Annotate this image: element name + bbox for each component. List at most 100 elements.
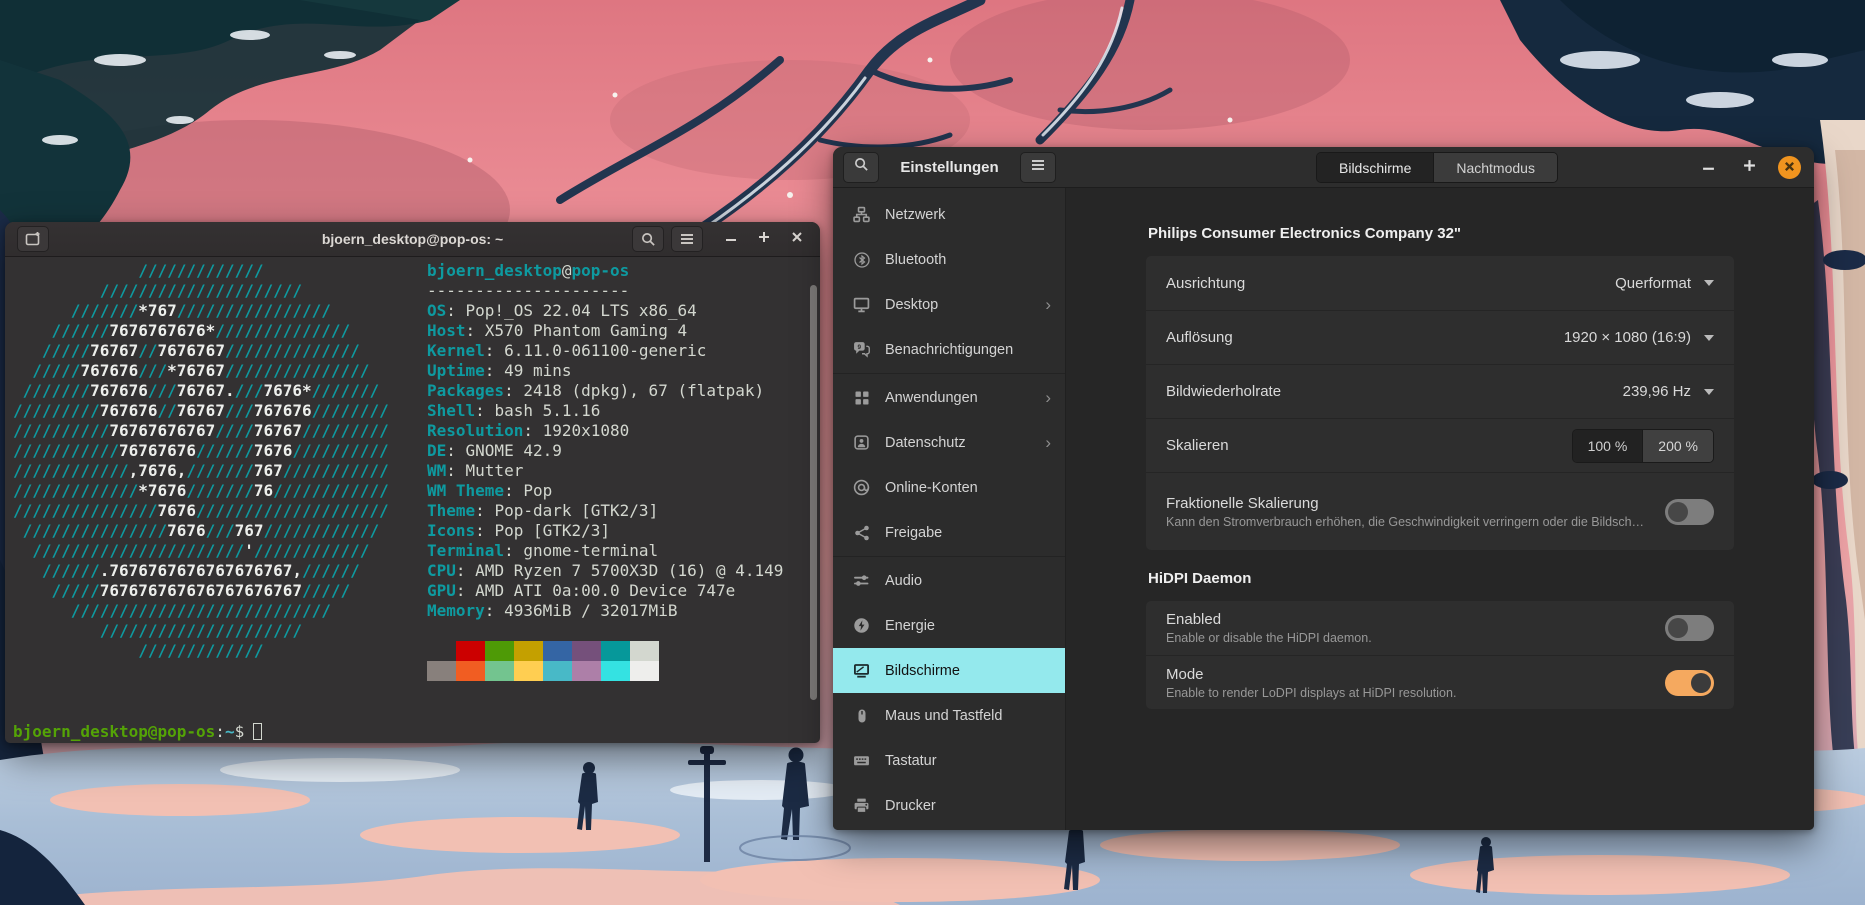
palette-swatch bbox=[630, 661, 659, 681]
hamburger-menu-icon bbox=[1031, 158, 1045, 176]
sidebar-item-bildschirme[interactable]: Bildschirme bbox=[833, 648, 1065, 693]
settings-search-button[interactable] bbox=[843, 151, 879, 183]
toggle-knob bbox=[1668, 618, 1688, 638]
settings-maximize-button[interactable] bbox=[1737, 156, 1761, 180]
terminal-menu-button[interactable] bbox=[671, 226, 703, 252]
privacy-icon bbox=[853, 434, 870, 451]
terminal-screen[interactable]: ///////////// ///////////////////// ////… bbox=[5, 257, 820, 742]
neofetch-field-host: Host: X570 Phantom Gaming 4 bbox=[427, 321, 688, 340]
maximize-plus-icon bbox=[758, 230, 770, 248]
new-tab-icon bbox=[25, 231, 41, 247]
row-description: Enable to render LoDPI displays at HiDPI… bbox=[1166, 685, 1457, 700]
terminal-search-button[interactable] bbox=[632, 226, 664, 252]
minimize-icon bbox=[1702, 159, 1715, 177]
sidebar-item-label: Datenschutz bbox=[885, 434, 966, 451]
sidebar-item-freigabe[interactable]: Freigabe bbox=[833, 510, 1065, 555]
sidebar-item-anwendungen[interactable]: Anwendungen › bbox=[833, 375, 1065, 420]
ausrichtung-dropdown[interactable]: Querformat bbox=[1615, 275, 1714, 292]
sidebar-item-online-konten[interactable]: Online-Konten bbox=[833, 465, 1065, 510]
chevron-right-icon: › bbox=[1045, 388, 1051, 407]
applications-icon bbox=[853, 389, 870, 406]
palette-swatch bbox=[514, 661, 543, 681]
row-label: Fraktionelle Skalierung bbox=[1166, 494, 1319, 512]
palette-swatch bbox=[572, 641, 601, 661]
new-tab-button[interactable] bbox=[17, 226, 49, 252]
sidebar-item-benachrichtigungen[interactable]: 9 Benachrichtigungen bbox=[833, 327, 1065, 372]
settings-header-left: Einstellungen bbox=[833, 147, 1066, 187]
hidpi-section-heading: HiDPI Daemon bbox=[1148, 570, 1252, 587]
sidebar-item-label: Bildschirme bbox=[885, 662, 960, 679]
sidebar-separator bbox=[833, 556, 1065, 557]
toggle-knob bbox=[1691, 672, 1711, 693]
sidebar-item-desktop[interactable]: Desktop › bbox=[833, 282, 1065, 327]
settings-row-ausrichtung: Ausrichtung Querformat bbox=[1146, 256, 1734, 310]
network-icon bbox=[853, 206, 870, 223]
settings-close-button[interactable] bbox=[1778, 156, 1801, 179]
sidebar-item-maus-und-tastfeld[interactable]: Maus und Tastfeld bbox=[833, 693, 1065, 738]
sidebar-item-tastatur[interactable]: Tastatur bbox=[833, 738, 1065, 783]
chevron-right-icon: › bbox=[1045, 433, 1051, 452]
search-icon bbox=[854, 157, 869, 177]
displays-icon bbox=[853, 662, 870, 679]
sidebar-item-drucker[interactable]: Drucker bbox=[833, 783, 1065, 828]
close-icon bbox=[1784, 159, 1795, 177]
enabled-toggle[interactable] bbox=[1665, 615, 1714, 641]
terminal-maximize-button[interactable] bbox=[751, 226, 777, 252]
neofetch-field-memory: Memory: 4936MiB / 32017MiB bbox=[427, 601, 678, 620]
sidebar-item-label: Online-Konten bbox=[885, 479, 978, 496]
row-label: Auflösung bbox=[1166, 329, 1233, 346]
row-label: Bildwiederholrate bbox=[1166, 383, 1282, 400]
palette-swatch bbox=[456, 661, 485, 681]
palette-swatch bbox=[630, 641, 659, 661]
sidebar-item-energie[interactable]: Energie bbox=[833, 603, 1065, 648]
terminal-cursor bbox=[253, 723, 263, 740]
svg-text:9: 9 bbox=[857, 344, 861, 351]
neofetch-user-host: bjoern_desktop@pop-os bbox=[427, 261, 630, 280]
neofetch-separator: --------------------- bbox=[427, 281, 630, 300]
settings-row-enabled: Enabled Enable or disable the HiDPI daemo… bbox=[1146, 601, 1734, 655]
desktop-icon bbox=[853, 296, 870, 313]
settings-view-switcher: Bildschirme Nachtmodus bbox=[1316, 152, 1558, 183]
audio-icon bbox=[853, 572, 870, 589]
palette-swatch bbox=[572, 661, 601, 681]
display-settings-card: Ausrichtung Querformat Auflösung 1920 × 108… bbox=[1146, 256, 1734, 550]
sidebar-item-datenschutz[interactable]: Datenschutz › bbox=[833, 420, 1065, 465]
settings-title: Einstellungen bbox=[900, 158, 999, 176]
neofetch-field-terminal: Terminal: gnome-terminal bbox=[427, 541, 659, 560]
mode-toggle[interactable] bbox=[1665, 669, 1714, 696]
aufl-sung-dropdown[interactable]: 1920 × 1080 (16:9) bbox=[1564, 329, 1714, 346]
settings-content: Philips Consumer Electronics Company 32"… bbox=[1066, 188, 1814, 830]
row-label: Ausrichtung bbox=[1166, 274, 1246, 292]
terminal-titlebar[interactable]: bjoern_desktop@pop-os: ~ bbox=[5, 222, 820, 257]
caret-down-icon bbox=[1704, 334, 1714, 341]
fraktionelle-skalierung-toggle[interactable] bbox=[1665, 498, 1714, 525]
sidebar-item-audio[interactable]: Audio bbox=[833, 558, 1065, 603]
settings-headerbar[interactable]: Einstellungen Bildschirme Nachtmodus bbox=[833, 147, 1814, 188]
hidpi-settings-card: Enabled Enable or disable the HiDPI daemo… bbox=[1146, 601, 1734, 709]
settings-minimize-button[interactable] bbox=[1696, 156, 1720, 180]
sidebar-item-bluetooth[interactable]: Bluetooth bbox=[833, 237, 1065, 282]
settings-row-fraktionelle-skalierung: Fraktionelle Skalierung Kann den Stromver… bbox=[1146, 472, 1734, 550]
row-label: Enabled bbox=[1166, 611, 1222, 628]
settings-row-skalieren: Skalieren 100 % 200 % bbox=[1146, 418, 1734, 472]
palette-swatch bbox=[456, 641, 485, 661]
tab-bildschirme[interactable]: Bildschirme bbox=[1317, 153, 1434, 182]
sidebar-item-netzwerk[interactable]: Netzwerk bbox=[833, 192, 1065, 237]
sidebar-item-label: Bluetooth bbox=[885, 251, 947, 268]
maximize-plus-icon bbox=[1743, 159, 1756, 177]
palette-swatch bbox=[601, 641, 630, 661]
tab-nachtmodus[interactable]: Nachtmodus bbox=[1433, 153, 1557, 182]
settings-menu-button[interactable] bbox=[1020, 151, 1056, 183]
settings-row-aufl-sung: Auflösung 1920 × 1080 (16:9) bbox=[1146, 310, 1734, 364]
scale-option-200[interactable]: 200 % bbox=[1642, 429, 1713, 462]
terminal-scrollbar[interactable] bbox=[810, 285, 817, 700]
settings-row-bildwiederholrate: Bildwiederholrate 239,96 Hz bbox=[1146, 364, 1734, 418]
terminal-minimize-button[interactable] bbox=[718, 226, 744, 252]
sidebar-item-label: Netzwerk bbox=[885, 206, 946, 223]
neofetch-field-resolution: Resolution: 1920x1080 bbox=[427, 421, 630, 440]
bildwiederholrate-dropdown[interactable]: 239,96 Hz bbox=[1623, 383, 1714, 400]
scale-option-100[interactable]: 100 % bbox=[1572, 429, 1643, 462]
keyboard-icon bbox=[853, 752, 870, 769]
terminal-close-button[interactable] bbox=[784, 226, 810, 252]
dropdown-value: Querformat bbox=[1615, 274, 1691, 292]
